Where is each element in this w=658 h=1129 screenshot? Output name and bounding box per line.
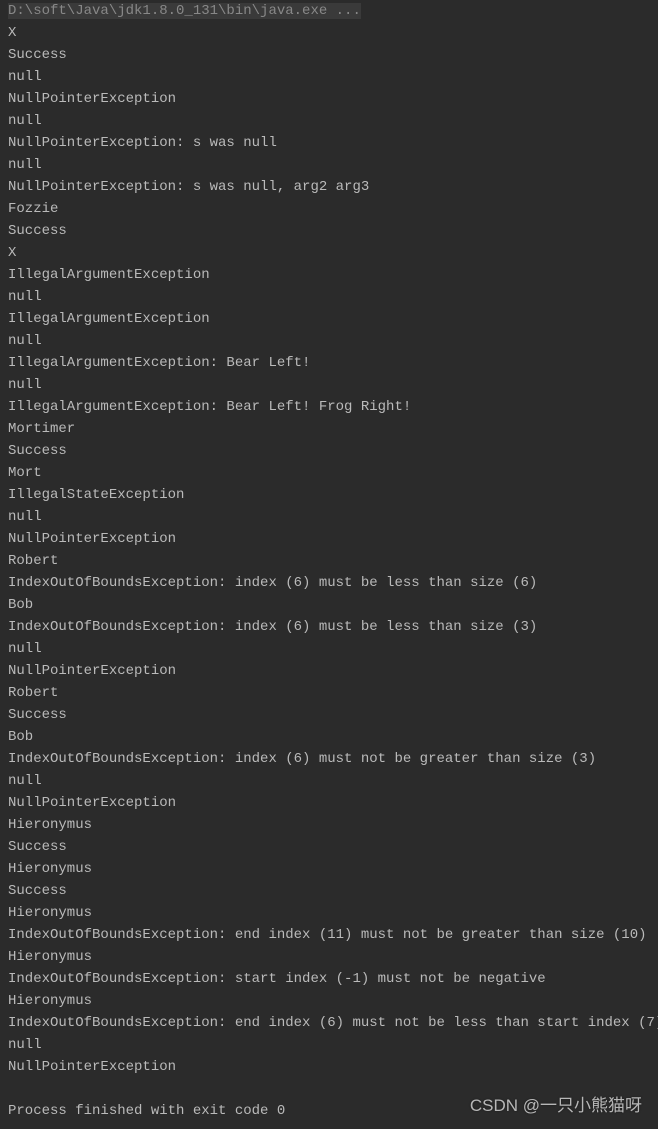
output-line: Hieronymus: [8, 902, 650, 924]
watermark: CSDN @一只小熊猫呀: [470, 1095, 642, 1117]
output-line: Success: [8, 880, 650, 902]
output-line: null: [8, 66, 650, 88]
output-line: IndexOutOfBoundsException: start index (…: [8, 968, 650, 990]
output-line: IllegalArgumentException: [8, 308, 650, 330]
output-line: Robert: [8, 682, 650, 704]
output-line: Bob: [8, 594, 650, 616]
output-line: null: [8, 770, 650, 792]
output-line: NullPointerException: [8, 660, 650, 682]
output-line: Success: [8, 836, 650, 858]
output-line: Success: [8, 220, 650, 242]
output-line: Hieronymus: [8, 814, 650, 836]
command-path: D:\soft\Java\jdk1.8.0_131\bin\java.exe .…: [8, 3, 361, 19]
output-line: Success: [8, 44, 650, 66]
output-line: Mortimer: [8, 418, 650, 440]
output-line: X: [8, 242, 650, 264]
output-line: IndexOutOfBoundsException: index (6) mus…: [8, 616, 650, 638]
output-line: Hieronymus: [8, 946, 650, 968]
output-line: null: [8, 330, 650, 352]
output-line: NullPointerException: [8, 88, 650, 110]
output-line: IndexOutOfBoundsException: end index (11…: [8, 924, 650, 946]
output-line: NullPointerException: s was null, arg2 a…: [8, 176, 650, 198]
output-line: IllegalArgumentException: Bear Left! Fro…: [8, 396, 650, 418]
output-line: null: [8, 154, 650, 176]
output-line: null: [8, 1034, 650, 1056]
output-line: Hieronymus: [8, 990, 650, 1012]
output-line: null: [8, 110, 650, 132]
output-line: IllegalStateException: [8, 484, 650, 506]
output-line: null: [8, 374, 650, 396]
output-line: Robert: [8, 550, 650, 572]
output-line: null: [8, 506, 650, 528]
output-line: IllegalArgumentException: Bear Left!: [8, 352, 650, 374]
console-output[interactable]: D:\soft\Java\jdk1.8.0_131\bin\java.exe .…: [0, 0, 658, 1122]
output-line: IllegalArgumentException: [8, 264, 650, 286]
output-line: IndexOutOfBoundsException: end index (6)…: [8, 1012, 650, 1034]
output-line: null: [8, 638, 650, 660]
output-line: NullPointerException: s was null: [8, 132, 650, 154]
output-line: IndexOutOfBoundsException: index (6) mus…: [8, 572, 650, 594]
output-lines-container: XSuccessnullNullPointerExceptionnullNull…: [8, 22, 650, 1078]
output-line: Success: [8, 704, 650, 726]
output-line: Mort: [8, 462, 650, 484]
output-line: IndexOutOfBoundsException: index (6) mus…: [8, 748, 650, 770]
output-line: Fozzie: [8, 198, 650, 220]
output-line: NullPointerException: [8, 792, 650, 814]
output-line: Success: [8, 440, 650, 462]
output-line: null: [8, 286, 650, 308]
command-line-row: D:\soft\Java\jdk1.8.0_131\bin\java.exe .…: [8, 0, 650, 22]
output-line: X: [8, 22, 650, 44]
output-line: Bob: [8, 726, 650, 748]
output-line: NullPointerException: [8, 1056, 650, 1078]
output-line: Hieronymus: [8, 858, 650, 880]
output-line: NullPointerException: [8, 528, 650, 550]
